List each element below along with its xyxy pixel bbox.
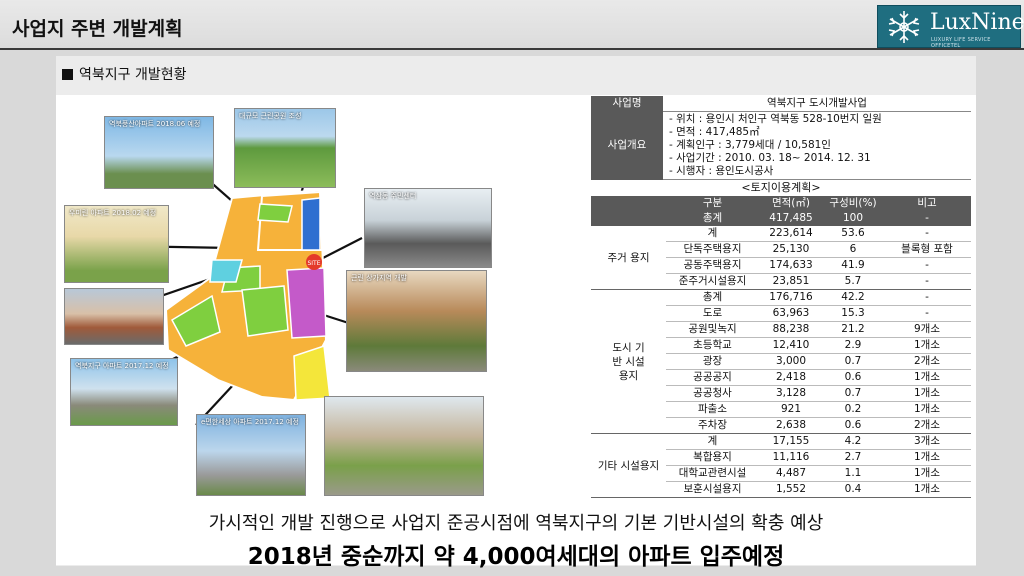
land-use-title: <토지이용계획> (741, 181, 821, 194)
table-row: 도시 기반 시설 용지 총계 176,716 42.2 - (591, 289, 971, 434)
square-bullet-icon (62, 68, 73, 80)
project-name-value: 역북지구 도시개발사업 (663, 96, 971, 112)
photo-apartment-4: e편한세상 아파트 2017.12 예정 (196, 414, 306, 496)
land-plan-map: SITE (164, 188, 331, 402)
section-label: 역북지구 개발현황 (79, 67, 187, 83)
total-row: 총계 417,485 100 - (591, 211, 971, 226)
project-name-label: 사업명 (591, 96, 663, 112)
overview-label: 사업개요 (591, 111, 663, 180)
project-info-table: 사업명 역북지구 도시개발사업 사업개요 - 위치 : 용인시 처인구 역북동 … (591, 96, 971, 180)
site-marker: SITE (307, 260, 320, 267)
photo-apartment-1: 역북풍산아파트 2018.06 예정 (104, 116, 214, 189)
header-bar: 사업지 주변 개발계획 LuxNine LUXURY LIFE SERVICE … (0, 0, 1024, 50)
logo-text: LuxNine (930, 10, 1024, 35)
section-heading: 역북지구 개발현황 (62, 64, 187, 84)
photo-street (64, 288, 164, 345)
photo-community-center: 역삼동 주민센터 (364, 188, 492, 268)
overview-lines: - 위치 : 용인시 처인구 역북동 528-10번지 일원 - 면적 : 41… (663, 111, 971, 180)
group-residential: 주거 용지 (591, 226, 666, 290)
summary-line-2: 2018년 중순까지 약 4,000여세대의 아파트 입주예정 (247, 544, 785, 570)
table-row: 주거 용지 계 223,614 53.6 - (591, 226, 971, 290)
photo-residential (324, 396, 484, 496)
summary-line-1: 가시적인 개발 진행으로 사업지 준공시점에 역북지구의 기본 기반시설의 확충… (208, 513, 824, 534)
logo-subtext: LUXURY LIFE SERVICE OFFICETEL (931, 37, 991, 49)
land-use-table: 구분 면적(㎡) 구성비(%) 비고 총계 417,485 100 - 주거 용… (591, 196, 971, 498)
photo-apartment-3: 역북지구 아파트 2017.12 예정 (70, 358, 178, 426)
photo-commercial: 근린 상가지역 개발 (346, 270, 487, 372)
brand-logo: LuxNine LUXURY LIFE SERVICE OFFICETEL (877, 5, 1024, 49)
group-other: 기타 시설용지 (591, 433, 666, 498)
table-row: 기타 시설용지 계 17,155 4.2 3개소 (591, 433, 971, 498)
photo-park: 대규모 근린공원 조성 (234, 108, 336, 188)
land-use-table-area: 사업명 역북지구 도시개발사업 사업개요 - 위치 : 용인시 처인구 역북동 … (591, 96, 971, 498)
photo-apartment-2: 우미린 아파트 2018.02 예정 (64, 205, 169, 283)
group-infrastructure: 도시 기반 시설 용지 (591, 289, 666, 434)
snowflake-logo-icon (888, 11, 920, 43)
page-title: 사업지 주변 개발계획 (12, 18, 183, 40)
